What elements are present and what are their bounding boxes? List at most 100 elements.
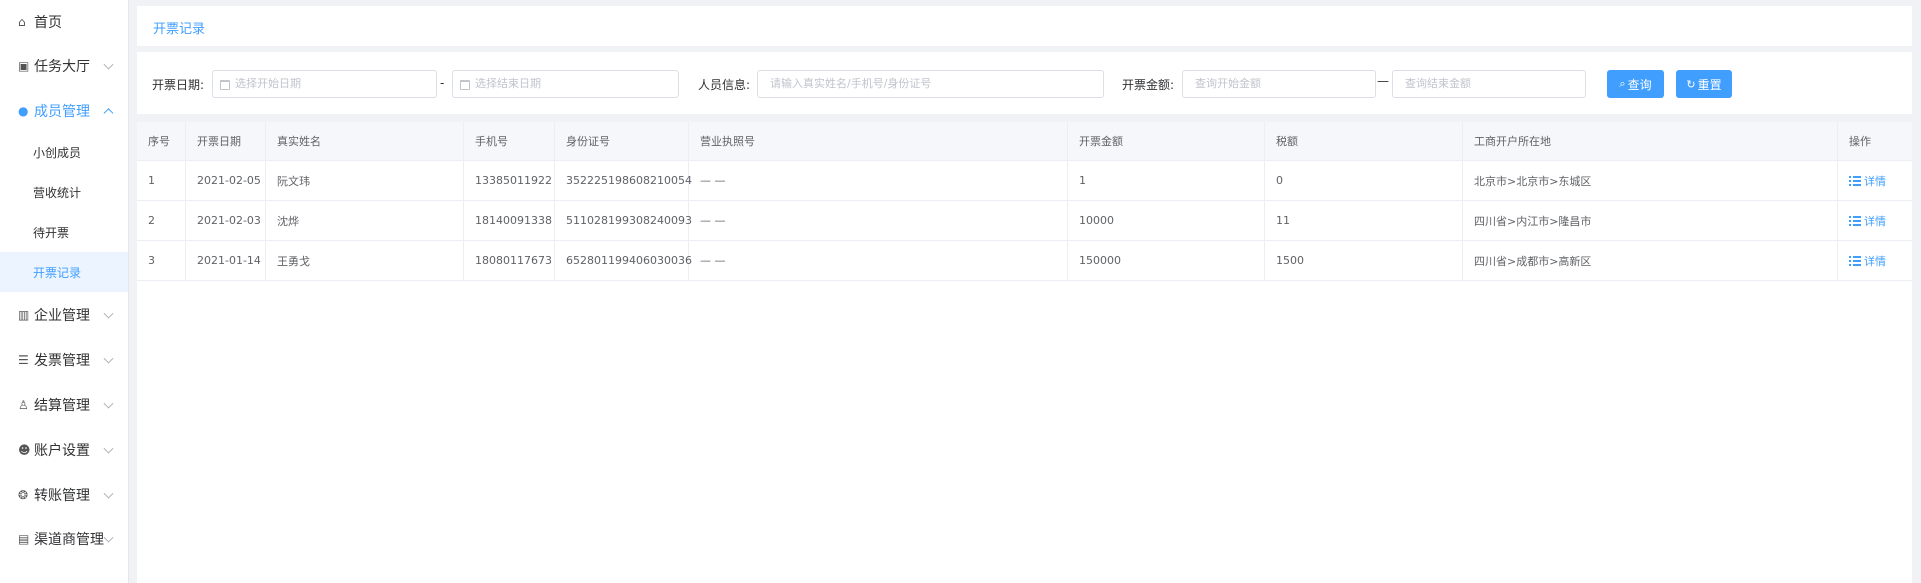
sidebar-item-settlement[interactable]: ♙ 结算管理: [0, 385, 128, 425]
chevron-down-icon: [103, 353, 114, 364]
settlement-icon: ♙: [18, 398, 29, 412]
chevron-down-icon: [103, 443, 114, 454]
col-header-license: 营业执照号: [689, 122, 1068, 160]
detail-link[interactable]: 详情: [1849, 173, 1886, 189]
cell-name: 沈烨: [266, 201, 464, 240]
cell-phone: 18080117673: [464, 241, 555, 280]
detail-link-label: 详情: [1864, 174, 1886, 188]
start-date-input[interactable]: 选择开始日期: [212, 70, 437, 98]
sidebar-subitem-revenue-stats[interactable]: 营收统计: [0, 172, 128, 212]
start-date-placeholder: 选择开始日期: [235, 77, 301, 90]
cell-phone: 13385011922: [464, 161, 555, 200]
cell-id: 511028199308240093: [555, 201, 692, 240]
cell-no: 3: [137, 241, 186, 280]
reset-button-label: 重置: [1697, 77, 1722, 92]
table-row: 2 2021-02-03 沈烨 18140091338 511028199308…: [137, 201, 1912, 241]
cell-phone: 18140091338: [464, 201, 555, 240]
cell-license: — —: [689, 201, 1068, 240]
list-icon: [1849, 255, 1861, 266]
sidebar-subitem-label: 待开票: [33, 225, 70, 240]
sidebar-item-label: 转账管理: [34, 488, 90, 504]
sidebar-subitem-pending-invoice[interactable]: 待开票: [0, 212, 128, 252]
col-header-amount: 开票金额: [1068, 122, 1265, 160]
cell-license: — —: [689, 241, 1068, 280]
cell-id: 652801199406030036: [555, 241, 692, 280]
date-range-separator: -: [440, 76, 445, 90]
reset-button[interactable]: ↻ 重置: [1676, 70, 1732, 98]
sidebar-item-label: 企业管理: [34, 308, 90, 324]
sidebar-item-label: 账户设置: [34, 443, 90, 459]
cell-id: 352225198608210054: [555, 161, 692, 200]
breadcrumb: 开票记录: [137, 6, 1912, 46]
detail-link-label: 详情: [1864, 254, 1886, 268]
cell-location: 四川省>内江市>隆昌市: [1463, 201, 1838, 240]
sidebar-item-task-hall[interactable]: ▣ 任务大厅: [0, 46, 128, 86]
cell-amount: 150000: [1068, 241, 1265, 280]
sidebar-item-enterprise[interactable]: ▥ 企业管理: [0, 295, 128, 335]
person-info-placeholder: 请输入真实姓名/手机号/身份证号: [770, 77, 932, 90]
list-icon: [1849, 215, 1861, 226]
cell-name: 阮文玮: [266, 161, 464, 200]
col-header-id: 身份证号: [555, 122, 689, 160]
search-button[interactable]: ⌕ 查询: [1607, 70, 1664, 98]
sidebar-item-label: 首页: [34, 15, 62, 31]
sidebar-item-invoice[interactable]: ☰ 发票管理: [0, 340, 128, 380]
calendar-icon: [220, 80, 230, 90]
cell-date: 2021-01-14: [186, 241, 266, 280]
col-header-no: 序号: [137, 122, 186, 160]
chevron-down-icon: [103, 532, 114, 543]
cell-action: 详情: [1838, 241, 1912, 280]
calendar-icon: [460, 80, 470, 90]
sidebar-subitem-label: 小创成员: [33, 145, 82, 160]
cell-no: 1: [137, 161, 186, 200]
list-icon: [1849, 175, 1861, 186]
end-date-placeholder: 选择结束日期: [475, 77, 541, 90]
amount-label: 开票金额:: [1122, 78, 1175, 92]
task-icon: ▣: [18, 59, 30, 73]
sidebar-subitem-invoice-records[interactable]: 开票记录: [0, 252, 128, 292]
col-header-phone: 手机号: [464, 122, 555, 160]
sidebar-item-label: 发票管理: [34, 353, 90, 369]
col-header-name: 真实姓名: [266, 122, 464, 160]
cell-amount: 10000: [1068, 201, 1265, 240]
refresh-icon: ↻: [1686, 77, 1696, 91]
chevron-down-icon: [103, 488, 114, 499]
sidebar-item-members[interactable]: ● 成员管理: [0, 91, 128, 131]
cell-tax: 11: [1265, 201, 1463, 240]
cell-location: 四川省>成都市>高新区: [1463, 241, 1838, 280]
transfer-icon: ❂: [18, 488, 29, 502]
breadcrumb-current[interactable]: 开票记录: [153, 18, 205, 37]
table-header: 序号 开票日期 真实姓名 手机号 身份证号 营业执照号 开票金额 税额 工商开户…: [137, 122, 1912, 161]
amount-range-separator: —: [1377, 74, 1389, 88]
sidebar-subitem-label: 开票记录: [33, 265, 82, 280]
members-icon: ●: [18, 104, 29, 118]
col-header-date: 开票日期: [186, 122, 266, 160]
sidebar-item-account[interactable]: ☻ 账户设置: [0, 430, 128, 470]
building-icon: ▥: [18, 308, 30, 322]
table-row: 1 2021-02-05 阮文玮 13385011922 35222519860…: [137, 161, 1912, 201]
channel-icon: ▤: [18, 532, 30, 546]
detail-link[interactable]: 详情: [1849, 213, 1886, 229]
chevron-down-icon: [103, 398, 114, 409]
cell-name: 王勇戈: [266, 241, 464, 280]
col-header-tax: 税额: [1265, 122, 1463, 160]
cell-tax: 1500: [1265, 241, 1463, 280]
end-date-input[interactable]: 选择结束日期: [452, 70, 679, 98]
chevron-down-icon: [103, 308, 114, 319]
sidebar-item-label: 渠道商管理: [34, 532, 104, 548]
detail-link[interactable]: 详情: [1849, 253, 1886, 269]
sidebar-item-transfer[interactable]: ❂ 转账管理: [0, 475, 128, 515]
amount-end-input[interactable]: 查询结束金额: [1392, 70, 1586, 98]
search-button-label: 查询: [1627, 77, 1652, 92]
sidebar-item-home[interactable]: ⌂ 首页: [0, 2, 128, 42]
sidebar-subitem-small-members[interactable]: 小创成员: [0, 132, 128, 172]
sidebar-item-channel[interactable]: ▤ 渠道商管理: [0, 519, 128, 559]
cell-amount: 1: [1068, 161, 1265, 200]
cell-date: 2021-02-05: [186, 161, 266, 200]
cell-location: 北京市>北京市>东城区: [1463, 161, 1838, 200]
amount-start-placeholder: 查询开始金额: [1195, 77, 1261, 90]
person-info-input[interactable]: 请输入真实姓名/手机号/身份证号: [757, 70, 1104, 98]
cell-action: 详情: [1838, 161, 1912, 200]
amount-start-input[interactable]: 查询开始金额: [1182, 70, 1376, 98]
home-icon: ⌂: [18, 15, 26, 29]
